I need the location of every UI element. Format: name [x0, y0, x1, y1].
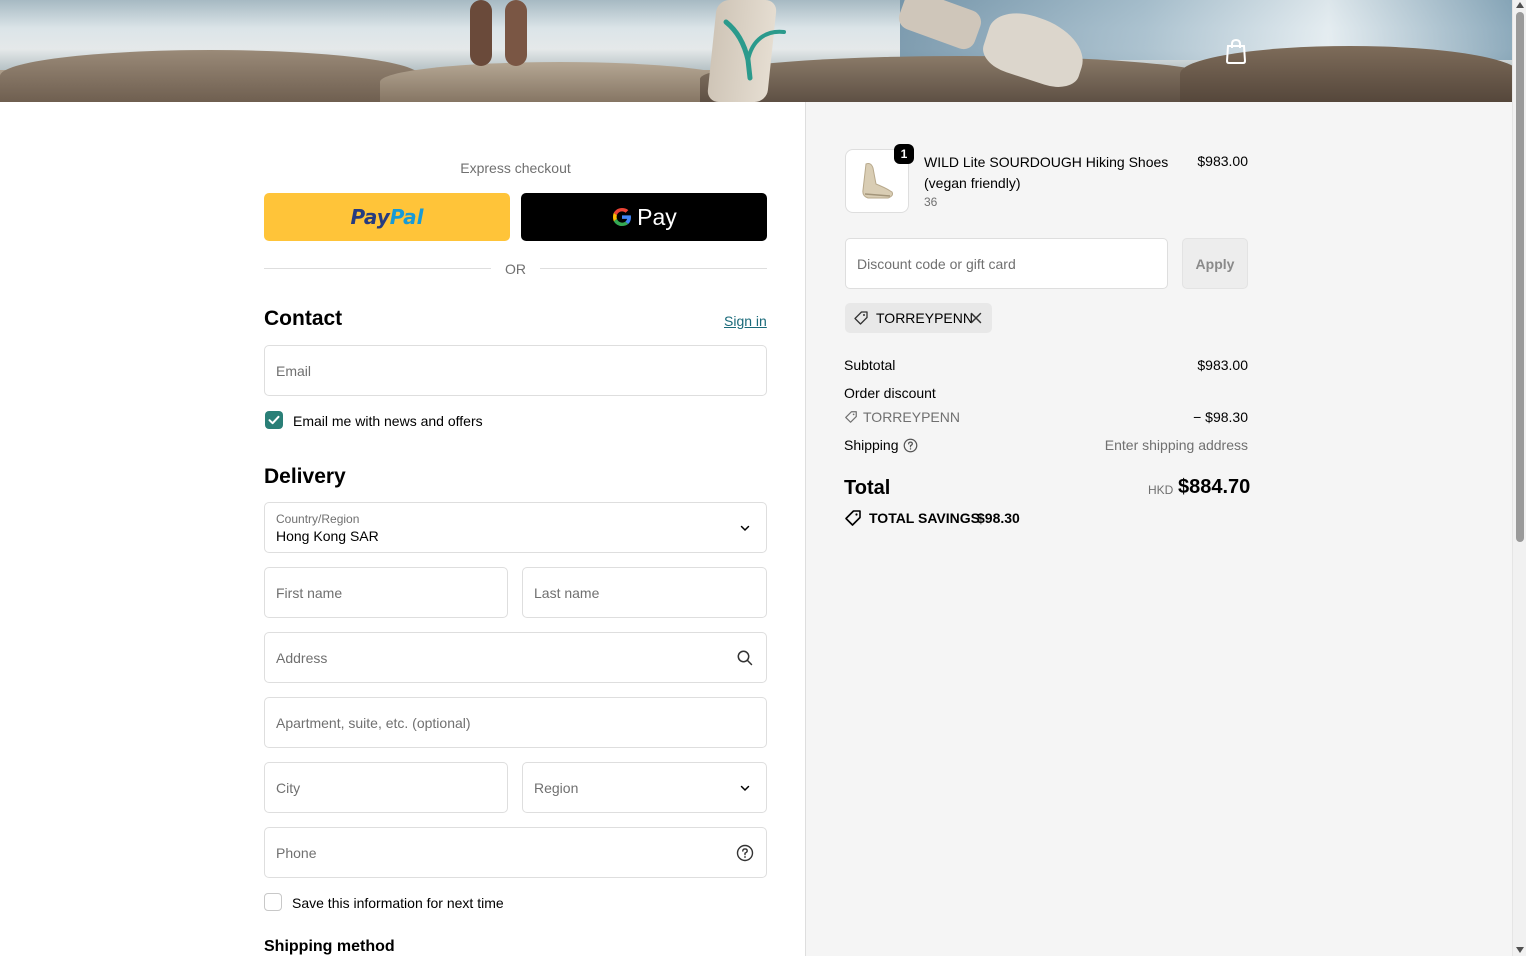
chevron-down-icon	[740, 785, 750, 792]
order-summary-panel	[806, 102, 1512, 956]
total-label: Total	[844, 477, 891, 499]
check-icon	[268, 415, 280, 425]
header-banner	[0, 0, 1512, 102]
country-region-select[interactable]: Country/Region Hong Kong SAR	[264, 502, 767, 553]
product-variant: 36	[924, 195, 938, 209]
sign-in-link[interactable]: Sign in	[724, 313, 767, 329]
apply-discount-button[interactable]: Apply	[1182, 238, 1248, 289]
subtotal-value: $983.00	[1197, 357, 1248, 373]
save-info-label[interactable]: Save this information for next time	[292, 895, 504, 911]
discount-code-placeholder: Discount code or gift card	[857, 256, 1016, 272]
google-pay-label: Pay	[637, 203, 677, 230]
phone-field[interactable]: Phone	[264, 827, 767, 878]
discount-code-field[interactable]: Discount code or gift card	[845, 238, 1168, 289]
google-g-icon	[613, 208, 632, 226]
banner-rock	[380, 62, 740, 102]
region-select[interactable]: Region	[522, 762, 767, 813]
paypal-wordmark-part1: Pay	[350, 205, 390, 229]
shipping-label: Shipping	[844, 437, 899, 453]
shopping-bag-icon[interactable]	[1224, 38, 1248, 64]
total-currency: HKD	[1148, 483, 1174, 497]
help-circle-icon[interactable]	[903, 438, 918, 453]
scroll-up-arrow[interactable]	[1516, 2, 1524, 8]
banner-figure	[470, 0, 492, 66]
banner-figure	[505, 0, 527, 66]
region-placeholder: Region	[534, 780, 579, 796]
page-scrollbar[interactable]	[1512, 0, 1526, 956]
search-icon[interactable]	[736, 649, 754, 667]
tag-icon	[845, 510, 861, 526]
phone-placeholder: Phone	[276, 845, 317, 861]
delivery-heading: Delivery	[264, 465, 346, 488]
email-placeholder: Email	[276, 363, 312, 379]
paypal-button[interactable]: Pay Pal	[264, 193, 510, 241]
order-discount-code: TORREYPENN	[863, 409, 960, 425]
last-name-placeholder: Last name	[534, 585, 600, 601]
newsletter-checkbox[interactable]	[265, 411, 283, 429]
last-name-field[interactable]: Last name	[522, 567, 767, 618]
address-placeholder: Address	[276, 650, 328, 666]
google-pay-button[interactable]: Pay	[521, 193, 767, 241]
brand-logo[interactable]	[722, 16, 788, 82]
applied-discount-chip: TORREYPENN	[845, 303, 992, 333]
city-field[interactable]: City	[264, 762, 508, 813]
order-discount-label: Order discount	[844, 385, 936, 401]
shipping-method-heading: Shipping method	[264, 938, 395, 955]
apartment-placeholder: Apartment, suite, etc. (optional)	[276, 715, 471, 731]
first-name-placeholder: First name	[276, 585, 343, 601]
city-placeholder: City	[276, 780, 301, 796]
newsletter-label[interactable]: Email me with news and offers	[293, 413, 483, 429]
country-region-label: Country/Region	[276, 512, 360, 526]
scroll-down-arrow[interactable]	[1516, 947, 1524, 953]
product-price: $983.00	[1197, 153, 1248, 169]
email-field[interactable]: Email	[264, 345, 767, 396]
subtotal-label: Subtotal	[844, 357, 896, 373]
shipping-value: Enter shipping address	[1104, 437, 1248, 453]
tag-icon	[845, 411, 857, 423]
help-circle-icon[interactable]	[736, 844, 754, 862]
contact-heading: Contact	[264, 307, 343, 330]
total-savings-label: TOTAL SAVINGS	[869, 510, 980, 526]
express-checkout-label: Express checkout	[460, 160, 571, 176]
banner-rock	[0, 50, 420, 102]
or-label: OR	[505, 261, 526, 277]
or-divider: OR	[264, 260, 767, 278]
close-icon[interactable]	[970, 312, 982, 324]
chevron-down-icon	[740, 525, 750, 532]
paypal-wordmark-part2: Pal	[389, 205, 424, 229]
address-field[interactable]: Address	[264, 632, 767, 683]
quantity-badge: 1	[894, 144, 914, 164]
tag-icon	[854, 311, 868, 325]
first-name-field[interactable]: First name	[264, 567, 508, 618]
total-savings-value: $98.30	[977, 510, 1020, 526]
country-region-value: Hong Kong SAR	[276, 528, 379, 544]
total-value: $884.70	[1178, 476, 1251, 498]
order-discount-value: − $98.30	[1193, 409, 1248, 425]
applied-discount-code: TORREYPENN	[876, 310, 973, 326]
or-line-right	[540, 268, 767, 269]
scrollbar-thumb[interactable]	[1516, 12, 1524, 542]
apartment-field[interactable]: Apartment, suite, etc. (optional)	[264, 697, 767, 748]
save-info-checkbox[interactable]	[264, 893, 282, 911]
